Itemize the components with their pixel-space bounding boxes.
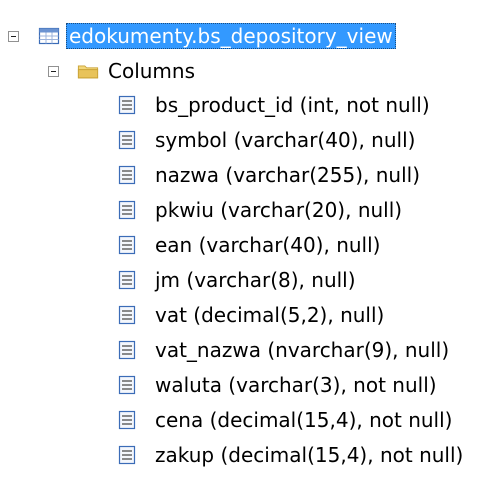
column-node[interactable]: symbol (varchar(40), null) bbox=[116, 123, 418, 157]
column-label[interactable]: jm (varchar(8), null) bbox=[152, 267, 359, 293]
column-label[interactable]: nazwa (varchar(255), null) bbox=[152, 162, 423, 188]
column-node[interactable]: bs_product_id (int, not null) bbox=[116, 88, 433, 122]
column-node[interactable]: cena (decimal(15,4), not null) bbox=[116, 403, 455, 437]
column-label[interactable]: ean (varchar(40), null) bbox=[152, 232, 383, 258]
columns-folder-label[interactable]: Columns bbox=[105, 58, 198, 84]
view-table-icon bbox=[38, 25, 60, 47]
tree-node-columns-folder[interactable]: Columns bbox=[48, 54, 198, 88]
column-label[interactable]: vat (decimal(5,2), null) bbox=[152, 302, 387, 328]
column-label[interactable]: symbol (varchar(40), null) bbox=[152, 127, 418, 153]
view-node-label[interactable]: edokumenty.bs_depository_view bbox=[66, 23, 396, 49]
column-icon bbox=[116, 199, 138, 221]
column-icon bbox=[116, 94, 138, 116]
collapse-toggle-columns[interactable] bbox=[48, 65, 59, 77]
column-icon bbox=[116, 444, 138, 466]
column-icon bbox=[116, 164, 138, 186]
column-icon bbox=[116, 374, 138, 396]
column-label[interactable]: vat_nazwa (nvarchar(9), null) bbox=[152, 337, 452, 363]
clipped-row-below bbox=[76, 484, 84, 490]
column-icon bbox=[116, 269, 138, 291]
collapse-toggle-view[interactable] bbox=[8, 30, 19, 42]
column-icon bbox=[116, 409, 138, 431]
column-node[interactable]: vat (decimal(5,2), null) bbox=[116, 298, 387, 332]
folder-icon bbox=[77, 60, 99, 82]
column-label[interactable]: waluta (varchar(3), not null) bbox=[152, 372, 440, 398]
column-icon bbox=[116, 234, 138, 256]
column-label[interactable]: zakup (decimal(15,4), not null) bbox=[152, 442, 466, 468]
column-node[interactable]: jm (varchar(8), null) bbox=[116, 263, 359, 297]
column-icon bbox=[116, 304, 138, 326]
column-icon bbox=[116, 339, 138, 361]
column-icon bbox=[116, 129, 138, 151]
clipped-row-above bbox=[0, 0, 478, 8]
column-node[interactable]: waluta (varchar(3), not null) bbox=[116, 368, 440, 402]
object-explorer-tree: edokumenty.bs_depository_view Columns bs… bbox=[0, 0, 478, 490]
column-label[interactable]: cena (decimal(15,4), not null) bbox=[152, 407, 455, 433]
column-node[interactable]: nazwa (varchar(255), null) bbox=[116, 158, 423, 192]
column-label[interactable]: bs_product_id (int, not null) bbox=[152, 92, 433, 118]
column-node[interactable]: zakup (decimal(15,4), not null) bbox=[116, 438, 466, 472]
column-label[interactable]: pkwiu (varchar(20), null) bbox=[152, 197, 405, 223]
tree-node-view[interactable]: edokumenty.bs_depository_view bbox=[8, 19, 396, 53]
column-node[interactable]: vat_nazwa (nvarchar(9), null) bbox=[116, 333, 452, 367]
column-node[interactable]: pkwiu (varchar(20), null) bbox=[116, 193, 405, 227]
column-node[interactable]: ean (varchar(40), null) bbox=[116, 228, 383, 262]
